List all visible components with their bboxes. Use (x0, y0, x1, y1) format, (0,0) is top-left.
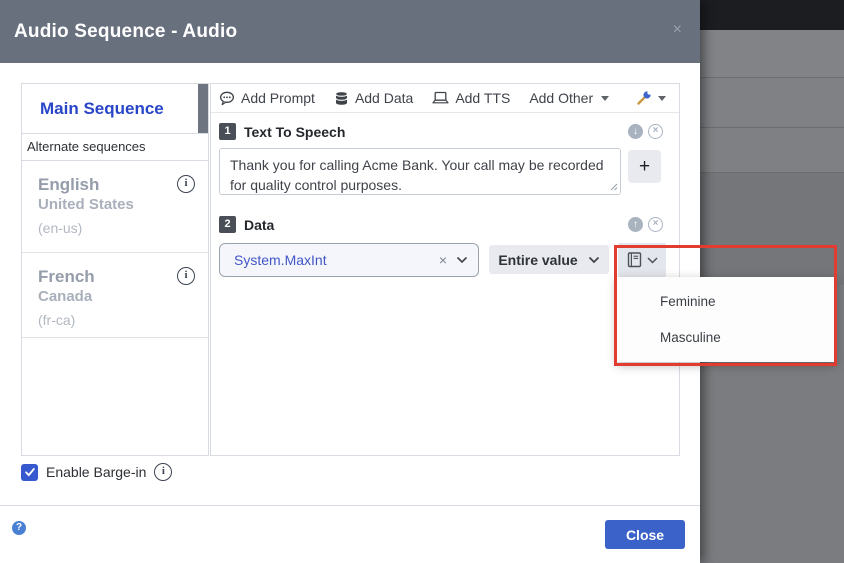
entire-value-dropdown[interactable]: Entire value (489, 245, 609, 274)
toolbar-button-label: Add Other (529, 90, 594, 106)
dialog-header: Audio Sequence - Audio × (0, 0, 700, 63)
sequence-editor-panel: Add Prompt Add Data Add TTS Add Other 1 … (210, 83, 680, 456)
menu-item-feminine[interactable]: Feminine (617, 284, 836, 320)
toolbar-button-label: Add Data (354, 90, 414, 106)
language-name: French (38, 267, 95, 286)
wrench-icon (636, 90, 652, 106)
dialog-footer: ? Close (0, 505, 700, 563)
screen: Audio Sequence - Audio × Main Sequence A… (0, 0, 844, 563)
move-up-icon[interactable]: ↑ (628, 217, 643, 232)
toolbar-button-label: Add TTS (455, 90, 511, 106)
sequence-settings-button[interactable] (636, 90, 666, 106)
language-name: English (38, 175, 100, 194)
editor-toolbar: Add Prompt Add Data Add TTS Add Other (211, 84, 679, 113)
backdrop-top-bar (700, 0, 844, 30)
chevron-down-icon (658, 95, 666, 101)
chevron-down-icon (647, 256, 658, 264)
database-icon (334, 91, 349, 106)
alternate-sequences-label: Alternate sequences (22, 134, 208, 161)
info-icon[interactable]: i (154, 463, 173, 481)
backdrop-row (700, 78, 844, 128)
language-code: (fr-ca) (38, 312, 76, 328)
add-prompt-button[interactable]: Add Prompt (219, 90, 315, 106)
backdrop-row (700, 30, 844, 78)
language-code: (en-us) (38, 220, 83, 236)
step-title: Data (244, 216, 275, 233)
add-tts-segment-button[interactable]: + (628, 150, 661, 183)
backdrop-row (700, 173, 844, 285)
barge-in-checkbox[interactable] (21, 463, 38, 481)
gender-dropdown-button[interactable] (618, 243, 666, 277)
remove-step-icon[interactable]: × (648, 124, 663, 139)
add-other-button[interactable]: Add Other (529, 90, 610, 106)
step-number-badge: 1 (219, 123, 236, 140)
sequence-sidebar: Main Sequence Alternate sequences Englis… (21, 83, 209, 456)
variable-value: System.MaxInt (234, 252, 327, 268)
menu-item-masculine[interactable]: Masculine (617, 320, 836, 356)
dialog-title: Audio Sequence - Audio (14, 21, 238, 42)
language-region: Canada (38, 288, 93, 305)
gender-menu: Feminine Masculine (617, 277, 836, 362)
step-2-header: 2 Data (219, 216, 274, 233)
barge-in-label: Enable Barge-in (46, 464, 147, 480)
sidebar-item-french[interactable]: French Canada (fr-ca) i (22, 253, 208, 338)
chevron-down-icon (588, 256, 600, 264)
info-icon[interactable]: i (177, 175, 195, 193)
barge-in-row: Enable Barge-in i (21, 463, 173, 481)
close-icon[interactable]: × (673, 22, 682, 38)
language-region: United States (38, 196, 134, 213)
step-1-actions: ↓ × (628, 124, 663, 139)
chevron-down-icon (601, 95, 610, 101)
add-data-button[interactable]: Add Data (334, 90, 413, 106)
step-number-badge: 2 (219, 216, 236, 233)
tts-text-wrap: Thank you for calling Acme Bank. Your ca… (219, 148, 621, 195)
sidebar-item-english[interactable]: English United States (en-us) i (22, 161, 208, 253)
data-variable-combobox[interactable]: System.MaxInt × (219, 243, 479, 277)
audio-sequence-dialog: Audio Sequence - Audio × Main Sequence A… (0, 0, 700, 563)
format-value: Entire value (498, 251, 578, 268)
add-tts-button[interactable]: Add TTS (432, 90, 510, 106)
main-sequence-label: Main Sequence (40, 99, 164, 118)
step-title: Text To Speech (244, 123, 346, 140)
move-down-icon[interactable]: ↓ (628, 124, 643, 139)
backdrop-row (700, 128, 844, 173)
step-2-actions: ↑ × (628, 217, 663, 232)
close-button[interactable]: Close (605, 520, 685, 549)
help-icon[interactable]: ? (12, 521, 26, 535)
step-1-header: 1 Text To Speech (219, 123, 345, 140)
tts-text-input[interactable]: Thank you for calling Acme Bank. Your ca… (219, 148, 621, 195)
speech-bubble-icon (219, 91, 235, 106)
laptop-icon (432, 91, 449, 105)
remove-step-icon[interactable]: × (648, 217, 663, 232)
info-icon[interactable]: i (177, 267, 195, 285)
sidebar-item-main-sequence[interactable]: Main Sequence (22, 84, 208, 134)
dictionary-book-icon (626, 251, 643, 269)
clear-icon[interactable]: × (439, 252, 447, 268)
scrollbar-thumb[interactable] (198, 84, 208, 133)
chevron-down-icon[interactable] (456, 256, 468, 264)
toolbar-button-label: Add Prompt (241, 90, 315, 106)
